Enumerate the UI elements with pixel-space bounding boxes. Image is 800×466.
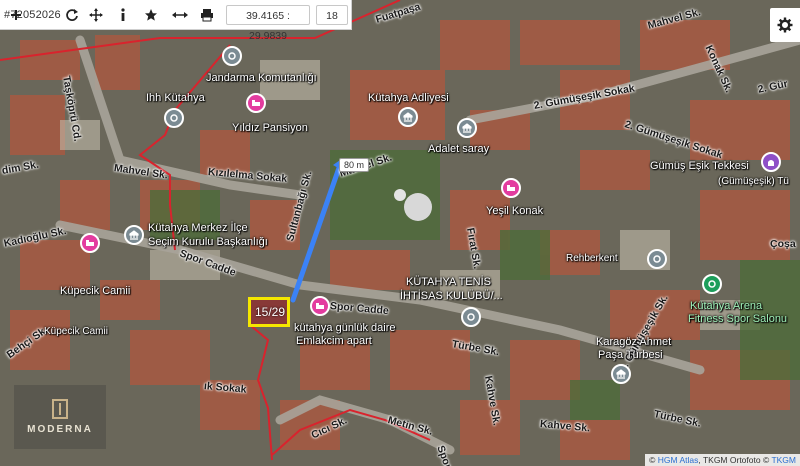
landmark-icon[interactable] [461, 307, 481, 327]
poi-label: (Gümüşeşik) Tü [718, 176, 789, 187]
poi-label: KÜTAHYA TENİS [406, 276, 491, 288]
distance-label: 80 m [339, 158, 370, 172]
poi-label: kütahya günlük daire [294, 322, 396, 334]
fitness-icon[interactable] [702, 274, 722, 294]
coordinates-readout: 39.4165 : 29.9839 [226, 5, 310, 42]
move-icon[interactable] [86, 5, 106, 25]
map-view[interactable]: Fuatpaşa Mahvel Sk. Konak Sk. 2. Gümüşeş… [0, 0, 800, 466]
print-icon[interactable] [197, 5, 217, 25]
plus-icon[interactable] [6, 5, 26, 25]
poi-label: Yıldız Pansiyon [232, 122, 308, 134]
poi-label: Karagöz Ahmet [596, 336, 672, 348]
mosque-icon[interactable] [761, 152, 781, 172]
tkgm-link[interactable]: TKGM [771, 455, 796, 465]
poi-label: Kütahya Arena [690, 300, 763, 312]
logo-mark-icon [52, 399, 68, 419]
landmark-icon[interactable] [457, 118, 477, 138]
logo-text: MODERNA [27, 424, 93, 435]
map-toolbar: #72052026 39.4165 : 29.9839 18 [0, 0, 352, 42]
poi-label: Seçim Kurulu Başkanlığı [148, 236, 268, 248]
satellite-imagery [0, 0, 800, 466]
hotel-icon[interactable] [501, 178, 521, 198]
refresh-icon[interactable] [62, 5, 82, 25]
measure-icon[interactable] [170, 5, 190, 25]
poi-label: Küpecik Camii [60, 285, 131, 297]
poi-label: Jandarma Komutanlığı [206, 72, 317, 84]
hgm-atlas-link[interactable]: HGM Atlas [658, 455, 699, 465]
street-label: Çoşa [770, 238, 796, 250]
landmark-icon[interactable] [398, 107, 418, 127]
poi-label: Küpecik Camii [44, 326, 108, 337]
hotel-icon[interactable] [80, 233, 100, 253]
gear-icon [777, 17, 793, 33]
poi-label: Adalet saray [428, 143, 490, 155]
poi-label: Paşa Türbesi [598, 349, 663, 361]
hotel-icon[interactable] [310, 296, 330, 316]
parcel-label: 15/29 [255, 305, 286, 319]
selected-parcel[interactable]: 15/29 [248, 297, 290, 327]
landmark-icon[interactable] [164, 108, 184, 128]
hotel-icon[interactable] [246, 93, 266, 113]
pin-icon[interactable] [647, 249, 667, 269]
landmark-icon[interactable] [124, 225, 144, 245]
moderna-logo: MODERNA [14, 385, 106, 449]
star-icon[interactable] [141, 5, 161, 25]
info-icon[interactable] [113, 5, 133, 25]
poi-label: Fitness Spor Salonu [688, 313, 788, 325]
landmark-icon[interactable] [222, 46, 242, 66]
poi-label: Yeşil Konak [486, 205, 544, 217]
settings-button[interactable] [770, 8, 800, 42]
map-attribution: © HGM Atlas, TKGM Ortofoto © TKGM [645, 454, 800, 466]
poi-label: Kütahya Merkez İlçe [148, 222, 248, 234]
zoom-level: 18 [316, 5, 348, 25]
poi-label: Ihh Kütahya [146, 92, 205, 104]
poi-label: Rehberkent [566, 253, 618, 264]
poi-label: Kütahya Adliyesi [368, 92, 449, 104]
landmark-icon[interactable] [611, 364, 631, 384]
poi-label: Emlakcim apart [296, 335, 372, 347]
poi-label: Gümüş Eşik Tekkesi [650, 160, 749, 172]
poi-label: İHTİSAS KULÜBÜ/... [400, 290, 503, 302]
